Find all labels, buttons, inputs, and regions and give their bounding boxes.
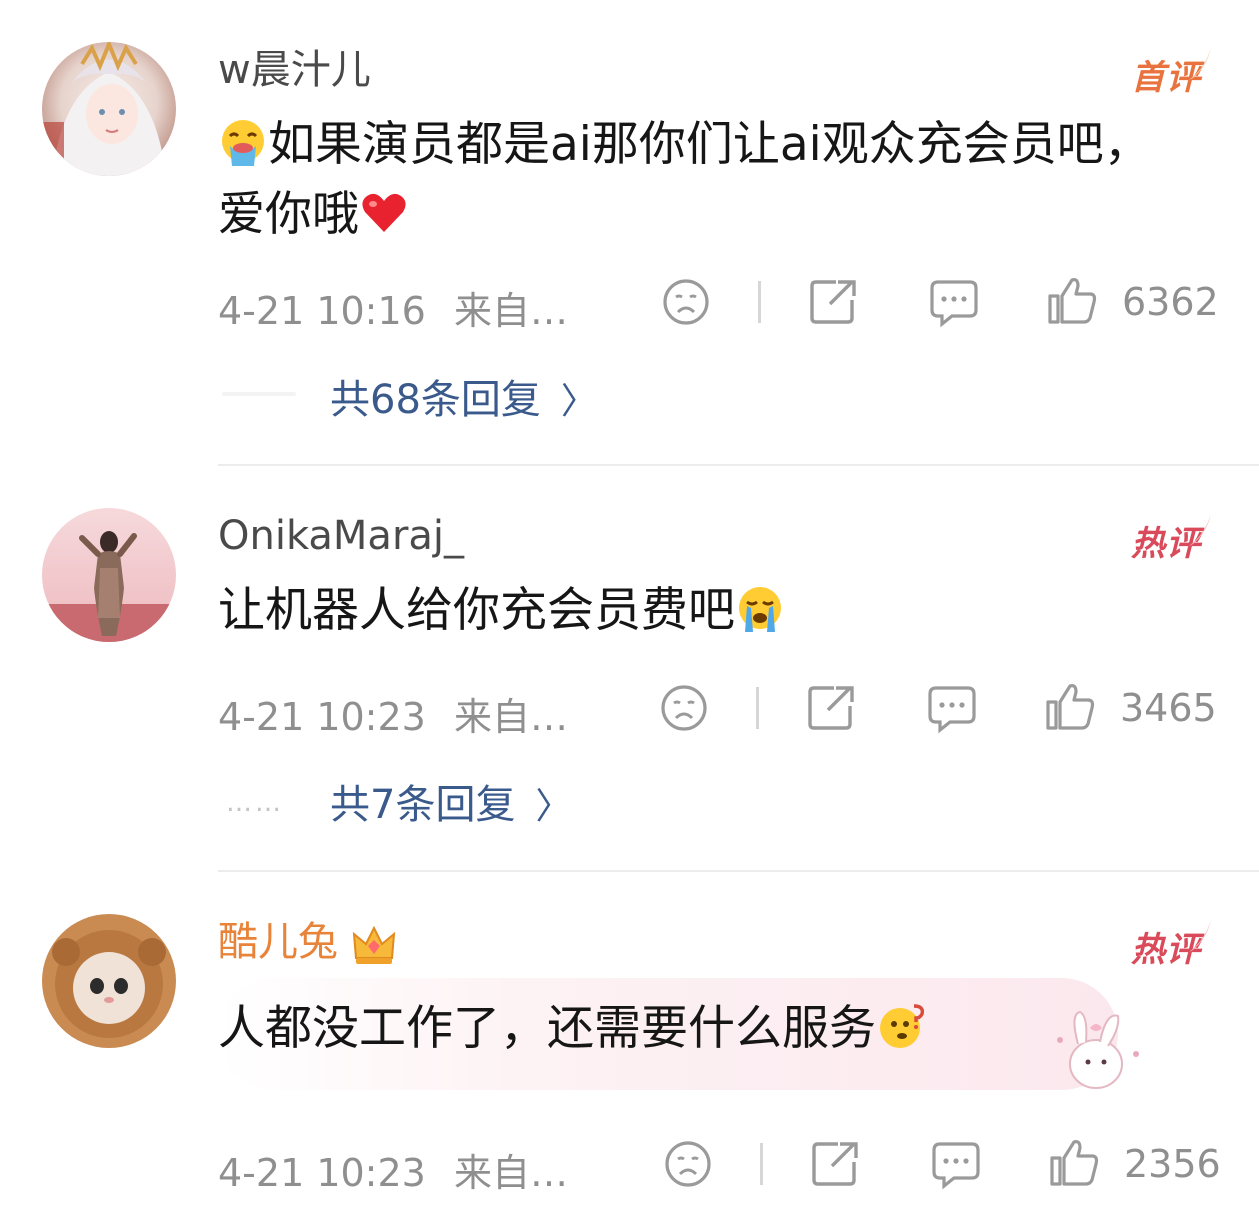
like-icon[interactable]: [1044, 680, 1096, 732]
badge-flame-icon: [1189, 514, 1211, 546]
comment-text: 让机器人给你充会员费吧: [218, 576, 1178, 646]
red-heart-emoji: [362, 193, 406, 232]
timestamp: 4-21 10:23: [218, 695, 426, 739]
comment-icon[interactable]: [928, 276, 980, 328]
view-replies-link[interactable]: 共7条回复〉: [330, 772, 571, 830]
comment-icon[interactable]: [930, 1138, 982, 1190]
meta-divider: [760, 1143, 763, 1185]
like-count: 2356: [1124, 1142, 1221, 1186]
crying-face-emoji: [739, 587, 781, 632]
comment-separator: [218, 464, 1259, 466]
username[interactable]: OnikaMaraj_: [218, 512, 464, 560]
badge-flame-icon: [1189, 48, 1211, 80]
like-count: 6362: [1122, 280, 1219, 324]
comment-meta: 4-21 10:23 来自…: [218, 1142, 568, 1197]
thinking-face-emoji: [880, 1004, 925, 1048]
username-text: 酷儿兔: [218, 919, 338, 965]
comment-meta: 4-21 10:23 来自…: [218, 686, 568, 741]
username[interactable]: 酷儿兔: [218, 918, 398, 968]
replies-label: 共68条回复: [330, 377, 541, 423]
comment-body: 人都没工作了，还需要什么服务: [218, 1001, 876, 1056]
meta-divider: [758, 281, 761, 323]
comment-body: 让机器人给你充会员费吧: [218, 583, 735, 638]
chevron-right-icon: 〉: [560, 381, 597, 422]
username[interactable]: w晨汁儿: [218, 46, 371, 94]
badge-flame-icon: [1189, 920, 1211, 952]
like-icon[interactable]: [1046, 274, 1098, 326]
dislike-icon[interactable]: [658, 682, 710, 734]
dislike-icon[interactable]: [662, 1138, 714, 1190]
share-icon[interactable]: [806, 682, 858, 734]
crown-icon: [352, 925, 396, 964]
view-replies-link[interactable]: 共68条回复〉: [330, 367, 597, 425]
comment-text: 如果演员都是ai那你们让ai观众充会员吧，爱你哦: [218, 110, 1178, 250]
avatar[interactable]: [42, 508, 176, 642]
timestamp: 4-21 10:16: [218, 289, 426, 333]
like-icon[interactable]: [1048, 1136, 1100, 1188]
avatar[interactable]: [42, 42, 176, 176]
source-text[interactable]: 来自…: [454, 1151, 568, 1195]
share-icon[interactable]: [808, 276, 860, 328]
dislike-icon[interactable]: [660, 276, 712, 328]
comment-separator: [218, 870, 1259, 872]
timestamp: 4-21 10:23: [218, 1151, 426, 1195]
like-count: 3465: [1120, 686, 1217, 730]
reply-indent-dots: ……: [226, 788, 284, 818]
chevron-right-icon: 〉: [535, 786, 572, 827]
avatar[interactable]: [42, 914, 176, 1048]
puke-face-emoji: [222, 120, 264, 166]
comment-text: 人都没工作了，还需要什么服务: [218, 994, 1178, 1064]
share-icon[interactable]: [810, 1138, 862, 1190]
replies-label: 共7条回复: [330, 782, 516, 828]
meta-divider: [756, 687, 759, 729]
comment-icon[interactable]: [926, 682, 978, 734]
comment-body: 如果演员都是ai那你们让ai观众充会员吧，爱你哦: [218, 117, 1151, 242]
comment-meta: 4-21 10:16 来自…: [218, 280, 568, 335]
source-text[interactable]: 来自…: [454, 289, 568, 333]
source-text[interactable]: 来自…: [454, 695, 568, 739]
reply-indent-line: [222, 392, 296, 396]
